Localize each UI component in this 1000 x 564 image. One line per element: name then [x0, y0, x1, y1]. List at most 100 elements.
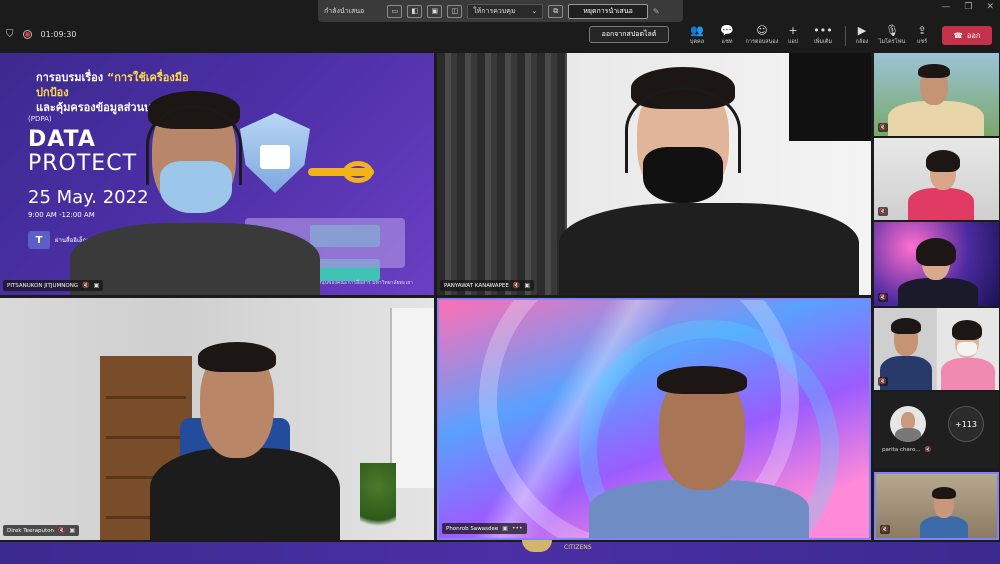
plus-icon: +	[788, 24, 798, 37]
mic-off-icon: 🔇	[878, 293, 888, 302]
gallery-tile[interactable]: 🔇	[874, 138, 999, 220]
gallery-avatars-row: +113 parita charo... 🔇	[874, 392, 999, 468]
camera-icon: ▶	[857, 24, 867, 37]
participant-name-tag: Direk Teeraputon 🔇 ▣	[3, 525, 80, 536]
more-button[interactable]: ••• เพิ่มเติม	[806, 24, 840, 46]
person-hair	[198, 342, 276, 372]
mic-button[interactable]: 🎙 ไมโครโฟน	[875, 24, 909, 46]
close-icon[interactable]: ✕	[986, 2, 994, 12]
apps-label: แอป	[787, 39, 799, 45]
participant-name: Direk Teeraputon	[7, 527, 55, 534]
participant-name: PITSANUKON JITJUMNONG	[7, 282, 79, 289]
screen-layout-2-icon[interactable]: ◧	[407, 4, 423, 18]
leave-button[interactable]: ☎ ออก	[942, 26, 992, 45]
people-button[interactable]: 👥 บุคคล	[680, 24, 714, 46]
person-body	[941, 358, 995, 390]
gallery-tile[interactable]: 🔇	[874, 222, 999, 306]
stop-presenting-screen-icon[interactable]: ⧉	[548, 4, 564, 18]
mic-off-icon: 🔇	[878, 123, 888, 132]
avatar-name-tag: parita charo... 🔇	[882, 447, 931, 453]
slide-time: 9:00 AM -12:00 AM	[28, 211, 95, 219]
more-participants-button[interactable]: +113	[948, 406, 984, 442]
avatar-name: parita charo...	[882, 447, 921, 453]
person-body	[559, 203, 859, 295]
shield-icon: ⛉	[6, 29, 14, 40]
meeting-toolbar: ⛉ 01:09:30 ออกจากสปอตไลต์ 👥 บุคคล 💬 แชท …	[0, 22, 1000, 52]
person-body	[895, 428, 921, 442]
mic-off-icon: 🔇	[880, 525, 890, 534]
video-tile-direk[interactable]: Direk Teeraputon 🔇 ▣	[0, 298, 434, 540]
mic-off-icon: 🔇	[58, 527, 66, 534]
slide-word-data: DATA	[28, 127, 96, 152]
mic-icon: 🎙	[885, 24, 899, 37]
leave-label: ออก	[966, 30, 981, 40]
mic-off-icon: 🔇	[82, 282, 90, 289]
window-controls: — ❐ ✕	[941, 2, 994, 12]
give-control-label: ให้การควบคุม	[473, 6, 516, 15]
apps-button[interactable]: + แอป	[776, 24, 810, 46]
video-tile-phonrob[interactable]: Phonrob Sawasdee ▣ •••	[437, 298, 871, 540]
camera-label: กล้อง	[855, 39, 869, 45]
face-mask	[957, 342, 977, 356]
person-body	[898, 278, 978, 306]
video-tile-presenter[interactable]: การอบรมเรื่อง “การใช้เครื่องมือปกป้อง แล…	[0, 53, 434, 295]
gallery-tile-dual[interactable]: 🔇	[874, 308, 999, 390]
mic-label: ไมโครโฟน	[878, 39, 906, 45]
slide-title-prefix: การอบรมเรื่อง	[36, 71, 107, 84]
face-mask	[160, 161, 232, 213]
person-body	[908, 188, 974, 220]
mic-off-icon: 🔇	[878, 377, 888, 386]
participant-name-tag: PITSANUKON JITJUMNONG 🔇 ▣	[3, 280, 104, 291]
screen-share-icon: ▣	[524, 282, 530, 289]
exit-spotlight-button[interactable]: ออกจากสปอตไลต์	[589, 26, 669, 43]
teams-logo-icon: T	[28, 231, 50, 249]
person-body	[150, 448, 340, 540]
people-icon: 👥	[690, 24, 704, 37]
minimize-icon[interactable]: —	[941, 2, 950, 12]
share-button[interactable]: ⇪ แชร์	[905, 24, 939, 46]
participant-name: Phonrob Sawasdee	[446, 525, 499, 532]
chat-icon: 💬	[720, 24, 734, 37]
bottom-text: CITIZENS	[564, 544, 592, 551]
slide-date: 25 May. 2022	[28, 187, 149, 208]
screen-layout-1-icon[interactable]: ▭	[387, 4, 403, 18]
more-label: เพิ่มเติม	[813, 39, 833, 45]
video-tile-panyawat[interactable]: PANYAWAT KANAWAPEE 🔇 ▣	[437, 53, 871, 295]
gallery-tile[interactable]: 🔇	[874, 53, 999, 136]
person-hair	[926, 150, 960, 172]
camera-button[interactable]: ▶ กล้อง	[845, 24, 879, 46]
person-hair	[952, 320, 982, 340]
person-hair	[657, 366, 747, 394]
curtain-background	[437, 53, 567, 295]
stop-presenting-button[interactable]: หยุดการนำเสนอ	[568, 3, 648, 19]
avatar[interactable]	[890, 406, 926, 442]
chat-label: แชท	[721, 39, 733, 45]
pin-icon[interactable]: ✎	[653, 7, 660, 16]
plant-background	[360, 463, 396, 540]
restore-icon[interactable]: ❐	[964, 2, 972, 12]
self-view-tile[interactable]: 🔇	[874, 472, 999, 540]
tv-background	[789, 53, 871, 141]
window-background	[390, 308, 434, 488]
people-label: บุคคล	[689, 39, 705, 45]
person-hair	[891, 318, 921, 334]
participant-name: PANYAWAT KANAWAPEE	[444, 282, 509, 289]
gallery-half-right	[937, 308, 999, 390]
lock-icon	[260, 145, 290, 169]
chat-button[interactable]: 💬 แชท	[710, 24, 744, 46]
screen-share-icon: ▣	[93, 282, 100, 289]
person-hair	[932, 487, 956, 499]
screen-layout-3-icon[interactable]: ▣	[427, 4, 443, 18]
participant-name-tag: PANYAWAT KANAWAPEE 🔇 ▣	[440, 280, 534, 291]
screen-layout-4-icon[interactable]: ◫	[447, 4, 463, 18]
more-options-icon[interactable]: •••	[512, 525, 523, 532]
mic-off-icon: 🔇	[924, 447, 932, 453]
slide-bottom-strip: CITIZENS	[0, 540, 1000, 564]
person-body	[920, 516, 968, 538]
share-label: แชร์	[916, 39, 928, 45]
give-control-dropdown[interactable]: ให้การควบคุม ⌄	[467, 3, 544, 19]
participant-name-tag: Phonrob Sawasdee ▣ •••	[442, 523, 527, 534]
slide-pdpa: (PDPA)	[28, 115, 52, 123]
share-icon: ⇪	[917, 24, 927, 37]
person-body	[70, 223, 320, 295]
